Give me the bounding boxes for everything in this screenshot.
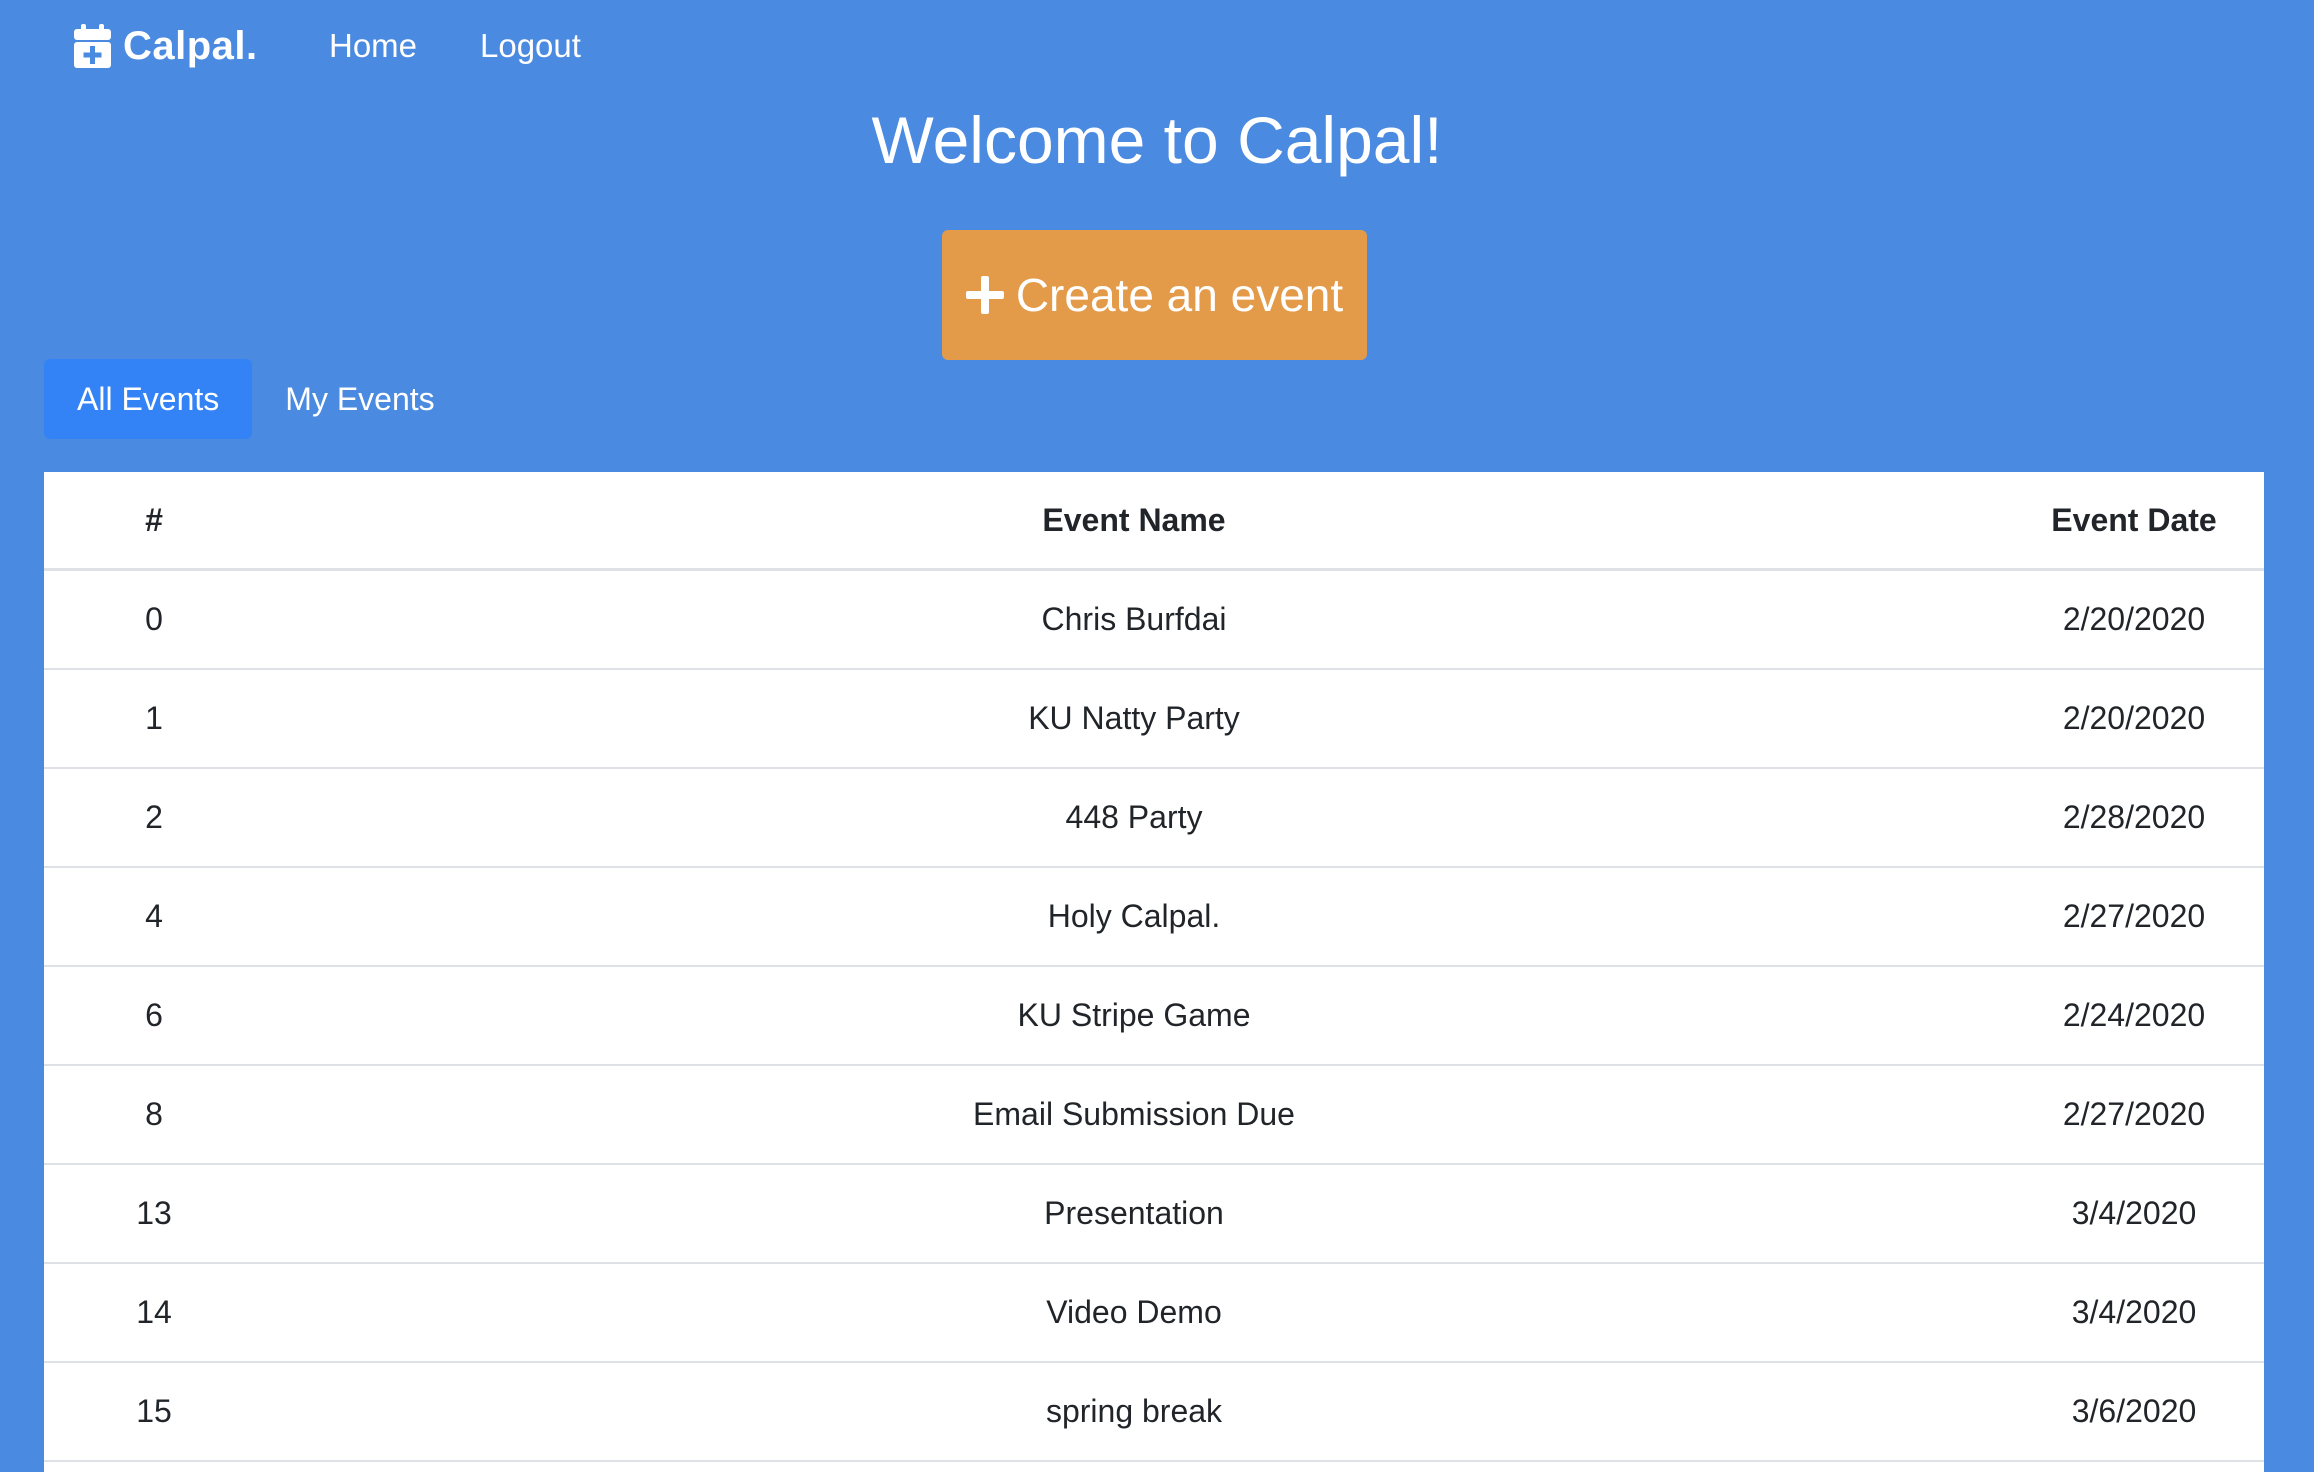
events-table-container: # Event Name Event Date 0 Chris Burfdai …	[44, 472, 2264, 1472]
calendar-plus-icon	[74, 24, 111, 68]
event-name-cell: Holy Calpal.	[264, 867, 2004, 967]
nav-link-logout[interactable]: Logout	[480, 24, 581, 68]
column-header-event-date: Event Date	[2004, 472, 2264, 571]
table-body: 0 Chris Burfdai 2/20/2020 1 KU Natty Par…	[44, 569, 2264, 1462]
event-date-cell: 2/27/2020	[2004, 867, 2264, 967]
event-id-cell: 0	[44, 569, 264, 670]
event-name-cell: 448 Party	[264, 768, 2004, 868]
table-row[interactable]: 0 Chris Burfdai 2/20/2020	[44, 569, 2264, 670]
table-row[interactable]: 4 Holy Calpal. 2/27/2020	[44, 867, 2264, 967]
table-row[interactable]: 14 Video Demo 3/4/2020	[44, 1263, 2264, 1363]
create-event-button[interactable]: Create an event	[942, 230, 1367, 360]
page-title: Welcome to Calpal!	[871, 103, 1443, 177]
event-id-cell: 13	[44, 1164, 264, 1264]
event-date-cell: 2/20/2020	[2004, 669, 2264, 769]
plus-icon	[965, 276, 1004, 314]
event-name-cell: Video Demo	[264, 1263, 2004, 1363]
event-date-cell: 2/28/2020	[2004, 768, 2264, 868]
column-header-event-name: Event Name	[264, 472, 2004, 571]
brand-name: Calpal.	[123, 23, 258, 68]
table-header: # Event Name Event Date	[44, 472, 2264, 571]
top-navbar: Calpal. Home Logout	[0, 0, 2314, 92]
event-date-cell: 2/27/2020	[2004, 1065, 2264, 1165]
event-date-cell: 2/20/2020	[2004, 569, 2264, 670]
event-id-cell: 4	[44, 867, 264, 967]
table-row[interactable]: 6 KU Stripe Game 2/24/2020	[44, 966, 2264, 1066]
table-row[interactable]: 1 KU Natty Party 2/20/2020	[44, 669, 2264, 769]
event-name-cell: Presentation	[264, 1164, 2004, 1264]
event-tabs: All Events My Events	[44, 359, 468, 439]
event-date-cell: 3/4/2020	[2004, 1164, 2264, 1264]
tab-my-events[interactable]: My Events	[252, 359, 467, 439]
event-id-cell: 15	[44, 1362, 264, 1462]
table-row[interactable]: 2 448 Party 2/28/2020	[44, 768, 2264, 868]
table-row[interactable]: 8 Email Submission Due 2/27/2020	[44, 1065, 2264, 1165]
event-name-cell: KU Natty Party	[264, 669, 2004, 769]
event-name-cell: spring break	[264, 1362, 2004, 1462]
event-id-cell: 8	[44, 1065, 264, 1165]
event-date-cell: 3/6/2020	[2004, 1362, 2264, 1462]
event-date-cell: 2/24/2020	[2004, 966, 2264, 1066]
event-id-cell: 14	[44, 1263, 264, 1363]
brand-logo-link[interactable]: Calpal.	[74, 22, 258, 70]
event-id-cell: 2	[44, 768, 264, 868]
table-row[interactable]: 13 Presentation 3/4/2020	[44, 1164, 2264, 1264]
table-header-row: # Event Name Event Date	[44, 472, 2264, 571]
event-name-cell: Chris Burfdai	[264, 569, 2004, 670]
event-id-cell: 6	[44, 966, 264, 1066]
table-row[interactable]: 15 spring break 3/6/2020	[44, 1362, 2264, 1462]
event-name-cell: Email Submission Due	[264, 1065, 2004, 1165]
event-name-cell: KU Stripe Game	[264, 966, 2004, 1066]
events-table: # Event Name Event Date 0 Chris Burfdai …	[44, 472, 2264, 1462]
tab-all-events[interactable]: All Events	[44, 359, 253, 439]
create-event-label: Create an event	[1015, 269, 1344, 321]
event-id-cell: 1	[44, 669, 264, 769]
nav-link-home[interactable]: Home	[329, 24, 417, 68]
column-header-number: #	[44, 472, 264, 571]
event-date-cell: 3/4/2020	[2004, 1263, 2264, 1363]
